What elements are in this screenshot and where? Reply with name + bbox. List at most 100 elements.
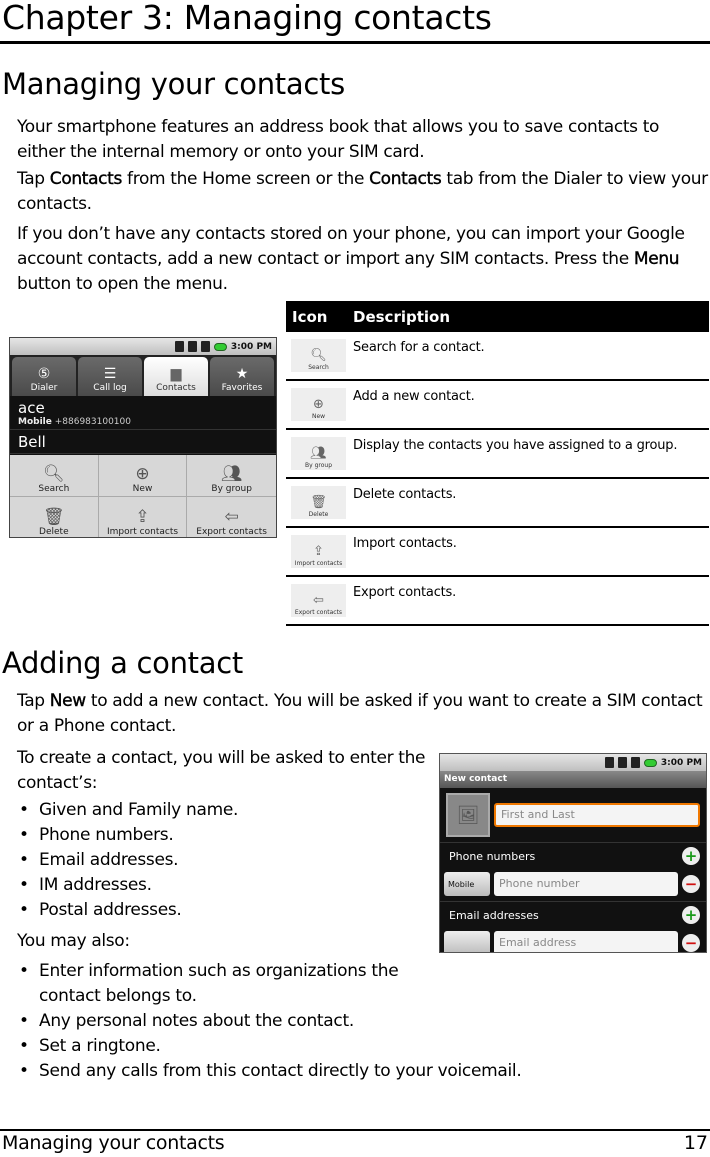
row-description: Add a new contact. [353,389,475,404]
table-row: 🗑︎ Delete Delete contacts. [286,479,709,528]
import-icon: ⇪ [135,507,150,527]
dialer-tabs: ⑤ Dialer ☰ Call log ▆ Contacts ★ Favorites [10,355,276,396]
menu-item-search[interactable]: 🔍︎ Search [10,455,99,497]
tab-label: Call log [93,383,127,393]
status-time: 3:00 PM [660,757,702,768]
contacts-paragraph: Tap Contacts from the Home screen or the… [17,167,709,217]
icon-label: Delete [308,511,329,518]
export-icon: ⇦ Export contacts [291,584,346,617]
icon-label: New [311,413,326,420]
contact-photo-icon[interactable]: 🖼︎ [446,793,490,837]
row-description: Export contacts. [353,585,457,600]
new-contact-paragraph: Tap New to add a new contact. You will b… [17,689,707,739]
list-item: Enter information such as organizations … [17,959,427,1009]
battery-icon [643,758,657,767]
tab-call-log[interactable]: ☰ Call log [78,357,142,396]
contact-name: ace [18,399,45,417]
contact-number: Mobile +886983100100 [18,417,268,427]
contacts-menu-screenshot: 3:00 PM ⑤ Dialer ☰ Call log ▆ Contacts ★ Fav… [9,337,277,538]
email-section: Email addresses + [440,902,706,928]
list-item: Postal addresses. [17,898,437,923]
bluetooth-icon [604,757,614,768]
tab-contacts[interactable]: ▆ Contacts [144,357,208,396]
bluetooth-icon [174,341,184,352]
chapter-title: Chapter 3: Managing contacts [2,0,492,37]
email-input-row: Email address − [440,928,706,952]
ui-term-new: New [49,691,87,711]
enter-fields-paragraph: To create a contact, you will be asked t… [17,748,426,793]
battery-icon [213,342,227,351]
contacts-folder-icon: ▆ [170,366,182,382]
tab-label: Favorites [221,383,263,393]
star-icon: ★ [235,366,249,382]
table-row: 👥︎ By group Display the contacts you have… [286,430,709,479]
status-bar: 3:00 PM [440,754,706,771]
add-phone-icon[interactable]: + [682,847,700,865]
menu-item-export[interactable]: ⇦ Export contacts [187,497,276,537]
icon-label: By group [305,462,332,469]
table-row: ⊕ New Add a new contact. [286,381,709,430]
number-type: Mobile [18,417,52,427]
ui-term-menu: Menu [633,249,680,269]
add-email-icon[interactable]: + [682,906,700,924]
footer-section-title: Managing your contacts [2,1132,225,1154]
icon-label: Import contacts [294,560,343,567]
icon-label: Search [308,364,329,371]
menu-item-import[interactable]: ⇪ Import contacts [99,497,188,537]
search-icon: 🔍︎ [43,464,65,484]
list-item: IM addresses. [17,873,437,898]
contact-row[interactable]: ace Mobile +886983100100 [10,396,276,430]
screen-title: New contact [440,771,706,788]
tab-favorites[interactable]: ★ Favorites [210,357,274,396]
header-description: Description [353,307,451,326]
section-heading-managing: Managing your contacts [2,67,345,101]
section-heading-adding: Adding a contact [2,646,243,680]
header-icon: Icon [292,307,328,326]
ui-term-contacts-tab: Contacts [369,169,442,189]
options-menu: 🔍︎ Search ⊕ New 👥︎ By group 🗑︎ Delete ⇪ Impor… [10,455,276,537]
menu-item-by-group[interactable]: 👥︎ By group [187,455,276,497]
new-contact-screenshot: 3:00 PM New contact 🖼︎ First and Last Ph… [439,753,707,953]
tab-dialer[interactable]: ⑤ Dialer [12,357,76,396]
text: button to open the menu. [17,274,228,294]
phone-number-field[interactable]: Phone number [494,872,678,896]
wifi-icon [187,341,197,352]
group-icon: 👥︎ By group [291,437,346,470]
name-field[interactable]: First and Last [494,803,700,827]
status-bar: 3:00 PM [10,338,276,355]
search-icon: 🔍︎ Search [291,339,346,372]
icon-description-table: Icon Description 🔍︎ Search Search for a c… [286,301,709,626]
table-row: ⇪ Import contacts Import contacts. [286,528,709,577]
list-item: Any personal notes about the contact. [17,1009,547,1034]
import-paragraph: If you don’t have any contacts stored on… [17,222,707,297]
status-time: 3:00 PM [230,341,272,352]
chapter-rule [0,41,710,44]
menu-item-delete[interactable]: 🗑︎ Delete [10,497,99,537]
group-icon: 👥︎ [220,464,243,484]
table-row: 🔍︎ Search Search for a contact. [286,332,709,381]
menu-label: Delete [39,527,69,537]
menu-item-new[interactable]: ⊕ New [98,455,188,497]
menu-label: Import contacts [106,527,179,537]
plus-icon: ⊕ [135,464,150,484]
email-field[interactable]: Email address [494,931,678,952]
text: to add a new contact. You will be asked … [17,691,703,736]
email-type-button[interactable] [444,931,490,952]
row-description: Display the contacts you have assigned t… [353,438,678,453]
footer-rule [0,1129,710,1131]
page-number: 17 [683,1132,708,1154]
menu-label: Export contacts [196,527,267,537]
signal-icon [200,341,210,352]
remove-phone-icon[interactable]: − [682,875,700,893]
phone-numbers-section: Phone numbers + [440,843,706,869]
contact-name: Bell [18,433,46,451]
trash-icon: 🗑︎ Delete [291,486,346,519]
list-item: Phone numbers. [17,823,437,848]
contact-row[interactable]: Bell [10,430,276,454]
menu-label: By group [211,484,252,494]
remove-email-icon[interactable]: − [682,934,700,952]
export-icon: ⇦ [224,507,239,527]
tab-label: Contacts [156,383,196,393]
phone-type-button[interactable]: Mobile [444,872,490,896]
list-item: Set a ringtone. [17,1034,547,1059]
